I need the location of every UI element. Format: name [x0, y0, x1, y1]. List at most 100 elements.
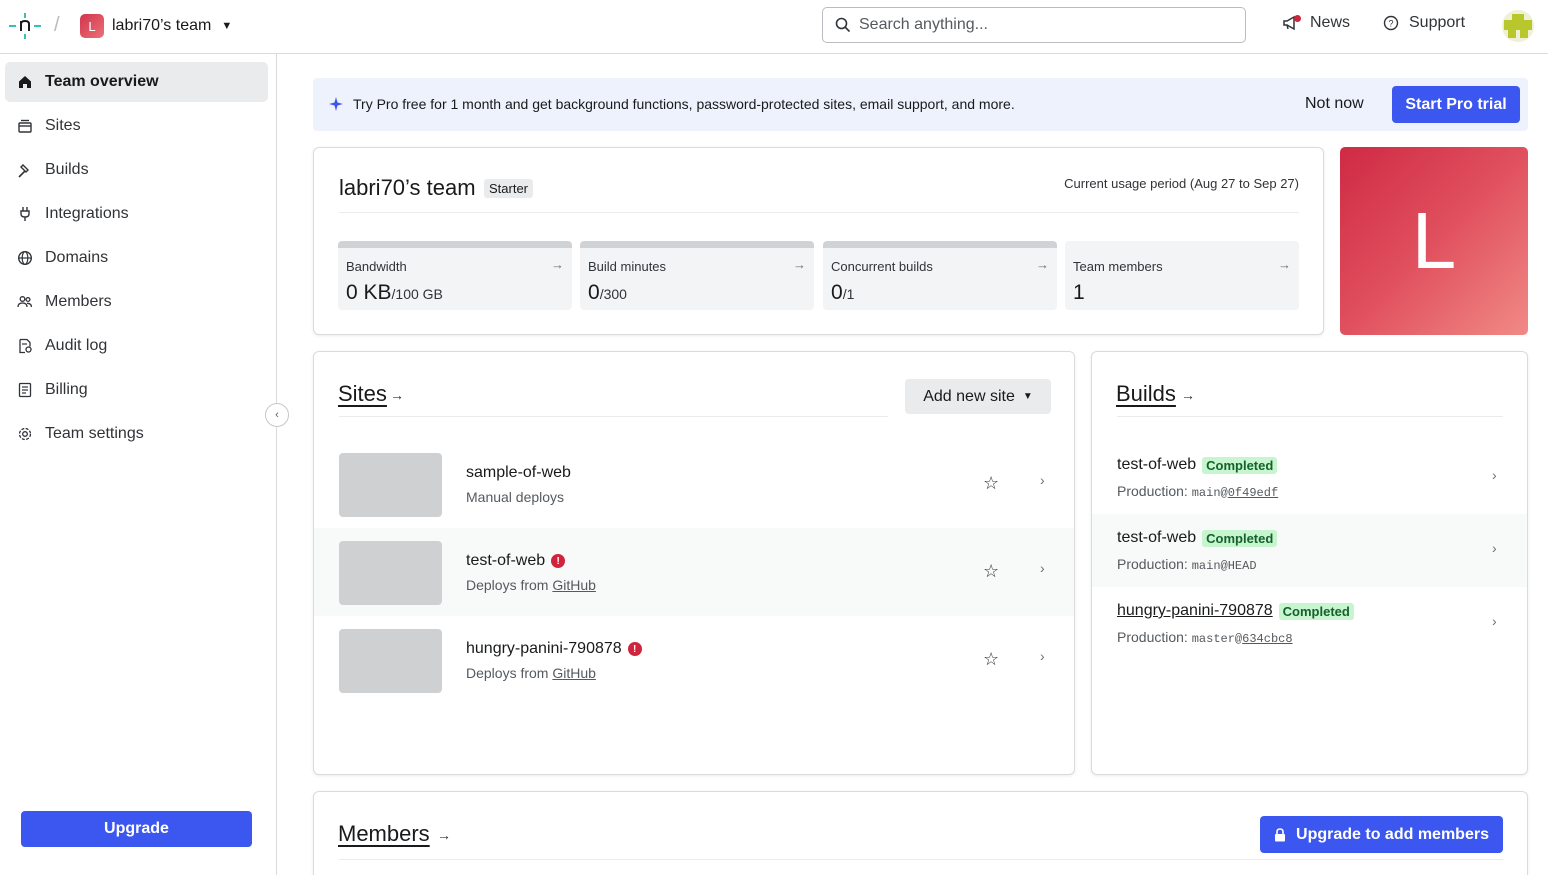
not-now-button[interactable]: Not now: [1305, 95, 1364, 113]
banner-message: Try Pro free for 1 month and get backgro…: [353, 96, 1015, 112]
arrow-right-icon: →: [793, 257, 806, 272]
chevron-right-icon: ›: [1492, 613, 1497, 629]
builds-card: Builds → test-of-web Completed Production…: [1091, 351, 1528, 775]
chevron-left-icon: ‹: [275, 409, 279, 421]
news-label: News: [1310, 14, 1351, 31]
stat-value: 0 KB/100 GB: [346, 281, 443, 304]
news-link[interactable]: News: [1282, 14, 1350, 32]
stat-team-members[interactable]: Team members → 1: [1065, 241, 1299, 310]
site-name: hungry-panini-790878!: [466, 640, 642, 658]
github-link[interactable]: GitHub: [552, 665, 596, 681]
team-avatar-large: L: [1340, 147, 1528, 335]
usage-period: Current usage period (Aug 27 to Sep 27): [1064, 176, 1299, 191]
sidebar-item-builds[interactable]: Builds: [5, 150, 268, 190]
build-site-name: test-of-web Completed: [1117, 456, 1278, 474]
commit-link[interactable]: 0f49edf: [1228, 486, 1278, 500]
sidebar-item-label: Members: [45, 293, 112, 310]
sidebar-item-sites[interactable]: Sites: [5, 106, 268, 146]
divider: [339, 859, 1503, 860]
chevron-right-icon: ›: [1040, 560, 1045, 576]
site-thumbnail: [339, 541, 442, 605]
site-row[interactable]: hungry-panini-790878! Deploys from GitHu…: [314, 616, 1074, 704]
sidebar-upgrade-button[interactable]: Upgrade: [21, 811, 252, 847]
favorite-star-icon[interactable]: ☆: [983, 649, 999, 670]
members-title-link[interactable]: Members: [338, 821, 430, 847]
users-icon: [17, 294, 33, 310]
arrow-right-icon: →: [1278, 257, 1291, 272]
collapse-sidebar-button[interactable]: ‹: [265, 403, 289, 427]
favorite-star-icon[interactable]: ☆: [983, 473, 999, 494]
site-deploy-info: Manual deploys: [466, 489, 565, 505]
user-avatar[interactable]: [1502, 10, 1534, 42]
commit-link[interactable]: 634cbc8: [1242, 632, 1292, 646]
build-row[interactable]: test-of-web Completed Production: main@HE…: [1092, 514, 1527, 587]
chevron-right-icon: ›: [1492, 540, 1497, 556]
site-thumbnail: [339, 453, 442, 517]
team-avatar-small: L: [80, 14, 104, 38]
stat-value: 1: [1073, 281, 1085, 304]
sidebar-item-integrations[interactable]: Integrations: [5, 194, 268, 234]
stat-value: 0/1: [831, 281, 855, 304]
build-row[interactable]: test-of-web Completed Production: main@0f…: [1092, 441, 1527, 514]
team-switcher-label: labri70’s team: [112, 17, 212, 34]
search-input[interactable]: [859, 16, 1229, 34]
globe-icon: [17, 250, 33, 266]
sidebar-item-label: Integrations: [45, 205, 129, 222]
netlify-logo[interactable]: [8, 12, 42, 40]
error-icon: !: [551, 554, 566, 568]
sidebar-item-members[interactable]: Members: [5, 282, 268, 322]
stat-label: Build minutes: [588, 259, 667, 274]
add-new-site-button[interactable]: Add new site ▼: [905, 379, 1051, 414]
site-deploy-info: Deploys from GitHub: [466, 665, 596, 681]
chevron-down-icon: ▼: [221, 20, 233, 32]
search-box[interactable]: [822, 7, 1246, 43]
build-context: Production: master@634cbc8: [1117, 629, 1293, 646]
breadcrumb-separator: /: [54, 14, 60, 36]
sidebar-item-label: Domains: [45, 249, 109, 266]
start-pro-trial-button[interactable]: Start Pro trial: [1392, 86, 1520, 123]
sidebar-item-team-overview[interactable]: Team overview: [5, 62, 268, 102]
top-bar: / L labri70’s team ▼ News ? Support: [0, 0, 1548, 54]
divider: [339, 212, 1299, 213]
stat-build-minutes[interactable]: Build minutes → 0/300: [580, 241, 814, 310]
status-badge: Completed: [1202, 529, 1278, 547]
sidebar-item-label: Builds: [45, 161, 89, 178]
stat-bandwidth[interactable]: Bandwidth → 0 KB/100 GB: [338, 241, 572, 310]
sidebar-item-label: Billing: [45, 381, 88, 398]
team-switcher[interactable]: L labri70’s team ▼: [80, 14, 232, 38]
sidebar-item-team-settings[interactable]: Team settings: [5, 414, 268, 454]
plan-badge: Starter: [484, 179, 534, 198]
sidebar-item-audit-log[interactable]: Audit log: [5, 326, 268, 366]
gear-icon: [17, 426, 33, 442]
site-row[interactable]: test-of-web! Deploys from GitHub ☆ ›: [314, 528, 1074, 616]
question-circle-icon: ?: [1383, 15, 1399, 31]
stat-label: Team members: [1073, 259, 1163, 274]
sites-icon: [17, 118, 33, 134]
sidebar-item-label: Sites: [45, 117, 81, 134]
support-link[interactable]: ? Support: [1383, 14, 1465, 32]
site-name: test-of-web!: [466, 552, 566, 570]
sites-card: Sites → Add new site ▼ sample-of-web Man…: [313, 351, 1075, 775]
sites-title-link[interactable]: Sites: [338, 381, 387, 407]
builds-title-link[interactable]: Builds: [1116, 381, 1176, 407]
sidebar-item-domains[interactable]: Domains: [5, 238, 268, 278]
chevron-right-icon: ›: [1492, 467, 1497, 483]
stat-concurrent-builds[interactable]: Concurrent builds → 0/1: [823, 241, 1057, 310]
site-thumbnail: [339, 629, 442, 693]
upgrade-to-add-members-button[interactable]: Upgrade to add members: [1260, 816, 1503, 853]
site-row[interactable]: sample-of-web Manual deploys ☆ ›: [314, 440, 1074, 528]
sidebar-item-label: Team overview: [45, 73, 159, 90]
arrow-right-icon: →: [1036, 257, 1049, 272]
support-label: Support: [1409, 14, 1466, 31]
stat-value: 0/300: [588, 281, 627, 304]
build-context: Production: main@0f49edf: [1117, 483, 1279, 500]
identicon-icon: [1502, 10, 1534, 42]
favorite-star-icon[interactable]: ☆: [983, 561, 999, 582]
github-link[interactable]: GitHub: [552, 577, 596, 593]
sparkle-icon: [329, 97, 343, 111]
build-row[interactable]: hungry-panini-790878 Completed Production…: [1092, 587, 1527, 660]
sidebar-item-billing[interactable]: Billing: [5, 370, 268, 410]
sidebar-item-label: Audit log: [45, 337, 108, 354]
stat-label: Concurrent builds: [831, 259, 933, 274]
svg-text:?: ?: [1388, 19, 1393, 29]
